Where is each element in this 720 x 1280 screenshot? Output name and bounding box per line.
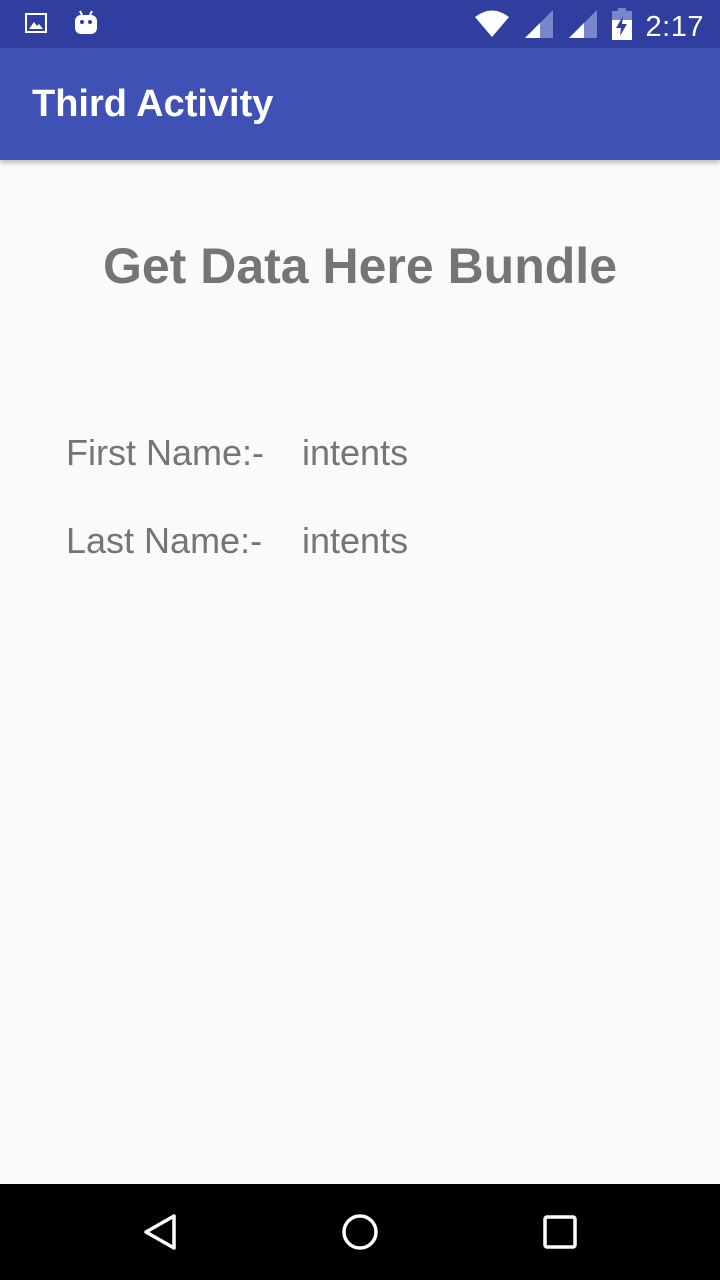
status-notifications [24, 10, 98, 41]
app-title: Third Activity [32, 83, 274, 125]
main-content: Get Data Here Bundle First Name:- intents… [0, 160, 720, 1184]
first-name-label: First Name:- [66, 432, 264, 473]
image-notification-icon [24, 11, 48, 40]
home-button[interactable] [340, 1212, 380, 1252]
app-bar: Third Activity [0, 48, 720, 160]
battery-charging-icon [611, 8, 632, 45]
first-name-value: intents [302, 432, 409, 473]
recents-button[interactable] [540, 1212, 580, 1252]
android-notification-icon [74, 10, 98, 41]
first-name-row: First Name:- intents [66, 431, 408, 475]
back-triangle-icon [144, 1214, 176, 1250]
recents-square-icon [543, 1215, 577, 1249]
last-name-label: Last Name:- [66, 520, 263, 561]
last-name-row: Last Name:- intents [66, 519, 408, 563]
signal-icon [524, 9, 554, 44]
back-button[interactable] [140, 1212, 180, 1252]
status-time: 2:17 [645, 10, 704, 43]
wifi-icon [474, 9, 510, 44]
signal-icon [568, 9, 598, 44]
home-circle-icon [342, 1214, 378, 1250]
page-heading: Get Data Here Bundle [102, 238, 617, 294]
navigation-bar [0, 1184, 720, 1280]
last-name-value: intents [302, 520, 409, 561]
status-system-icons: 2:17 [474, 8, 704, 45]
status-bar: 2:17 [0, 0, 720, 48]
screen: 2:17 Third Activity Get Data Here Bundle… [0, 0, 720, 1280]
